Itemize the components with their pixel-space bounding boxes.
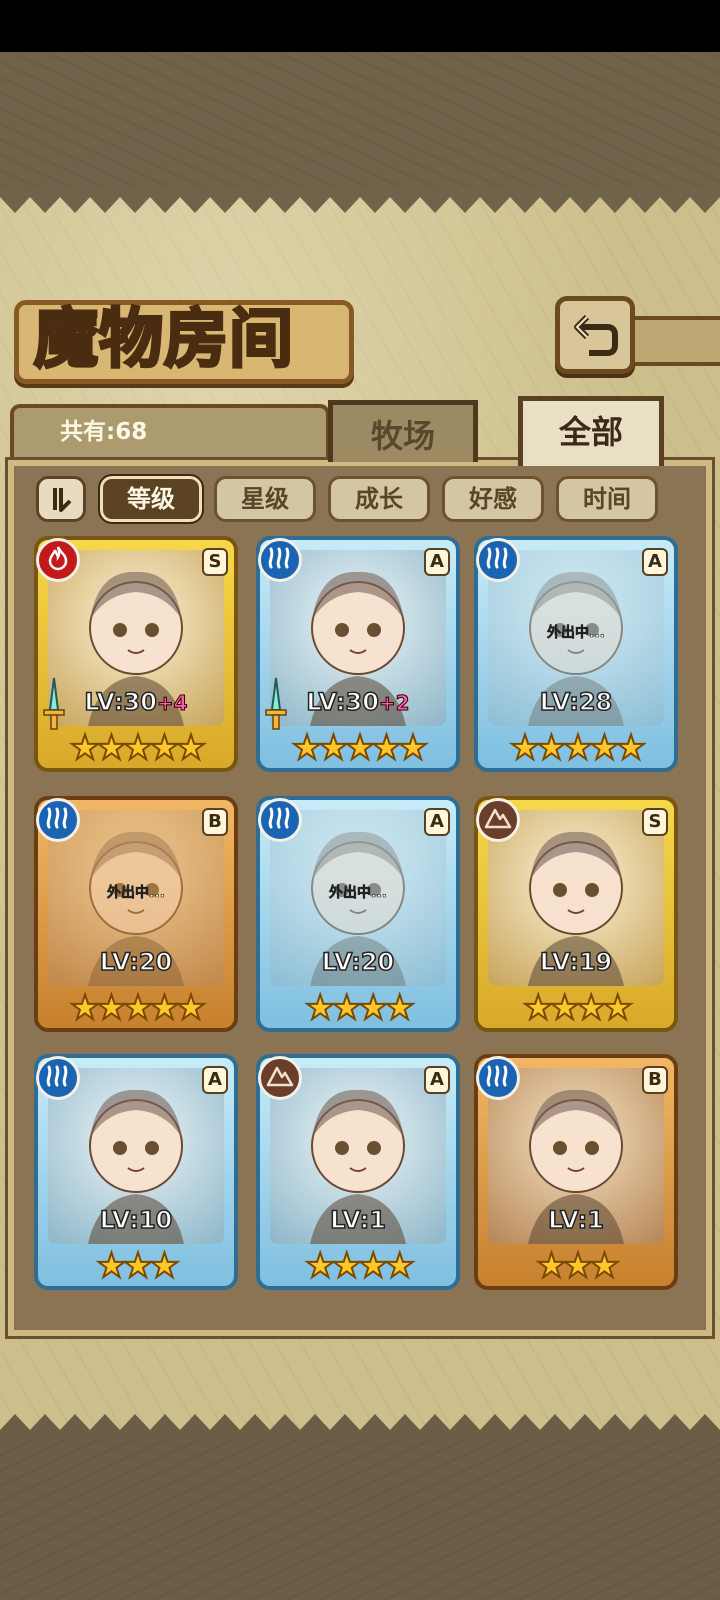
sort-time-button[interactable]: 时间 (556, 476, 658, 522)
monster-card[interactable]: A LV:10 ★★★ (34, 1054, 238, 1294)
water-icon (44, 805, 72, 835)
level-text: LV:28 (539, 687, 613, 717)
away-status: 外出中... (329, 885, 388, 902)
element-badge (476, 538, 520, 582)
monster-card[interactable]: A 外出中... LV:20 ★★★★ (256, 796, 460, 1036)
rank-badge: A (424, 548, 450, 576)
star-rating: ★★★★ (522, 988, 634, 1028)
element-badge (36, 798, 80, 842)
earth-icon (484, 806, 512, 834)
level-display: LV:28 (474, 687, 678, 717)
water-icon (266, 545, 294, 575)
level-text: LV:10 (99, 1205, 173, 1235)
sort-order-toggle[interactable] (36, 476, 86, 522)
back-button[interactable] (555, 296, 635, 374)
element-badge (36, 538, 80, 582)
monster-card[interactable]: S LV:30+4 ★★★★★ (34, 536, 238, 776)
level-text: LV:30 (84, 687, 158, 717)
level-text: LV:1 (329, 1205, 386, 1235)
sort-order-icon (53, 488, 72, 512)
page-title: 魔物房间 (33, 301, 295, 379)
monster-card[interactable]: S LV:19 ★★★★ (474, 796, 678, 1036)
monster-card[interactable]: B LV:1 ★★★ (474, 1054, 678, 1294)
level-display: LV:10 (34, 1205, 238, 1235)
away-status: 外出中... (547, 625, 606, 642)
monster-card[interactable]: A 外出中... LV:28 ★★★★★ (474, 536, 678, 776)
star-rating: ★★★★ (304, 988, 416, 1028)
star-rating: ★★★★★ (509, 728, 647, 768)
rank-badge: B (202, 808, 228, 836)
star-rating: ★★★★ (304, 1246, 416, 1286)
monster-count: 共有:68 (60, 419, 148, 445)
monster-card[interactable]: A LV:30+2 ★★★★★ (256, 536, 460, 776)
sort-level-button[interactable]: 等级 (98, 474, 204, 524)
level-bonus: +2 (378, 691, 410, 716)
monster-card[interactable]: B 外出中... LV:20 ★★★★★ (34, 796, 238, 1036)
level-text: LV:19 (539, 947, 613, 977)
torn-edge-top (0, 187, 720, 213)
return-icon (574, 314, 618, 356)
level-display: LV:20 (256, 947, 460, 977)
water-icon (484, 545, 512, 575)
weapon-sword-icon (265, 677, 287, 730)
level-display: LV:20 (34, 947, 238, 977)
earth-icon (266, 1064, 294, 1092)
rank-badge: A (642, 548, 668, 576)
background-map-top (0, 52, 720, 187)
rank-badge: A (424, 1066, 450, 1094)
element-badge (476, 798, 520, 842)
sort-star-button[interactable]: 星级 (214, 476, 316, 522)
rank-badge: B (642, 1066, 668, 1094)
sort-affection-button[interactable]: 好感 (442, 476, 544, 522)
element-badge (476, 1056, 520, 1100)
level-display: LV:1 (474, 1205, 678, 1235)
tab-all[interactable]: 全部 (518, 396, 664, 466)
level-text: LV:20 (99, 947, 173, 977)
level-display: LV:1 (256, 1205, 460, 1235)
rank-badge: A (424, 808, 450, 836)
status-bar (0, 0, 720, 52)
weapon-sword-icon (43, 677, 65, 730)
monster-card[interactable]: A LV:1 ★★★★ (256, 1054, 460, 1294)
star-rating: ★★★ (535, 1246, 620, 1286)
element-badge (36, 1056, 80, 1100)
star-rating: ★★★ (95, 1246, 180, 1286)
torn-edge-bottom (0, 1414, 720, 1440)
star-rating: ★★★★★ (69, 728, 207, 768)
rank-badge: A (202, 1066, 228, 1094)
back-button-rail (620, 316, 720, 366)
element-badge (258, 538, 302, 582)
water-icon (266, 805, 294, 835)
tab-pasture[interactable]: 牧场 (328, 400, 478, 462)
count-bar (10, 404, 330, 460)
star-rating: ★★★★★ (69, 988, 207, 1028)
rank-badge: S (202, 548, 228, 576)
star-rating: ★★★★★ (291, 728, 429, 768)
level-display: LV:19 (474, 947, 678, 977)
away-status: 外出中... (107, 885, 166, 902)
sort-growth-button[interactable]: 成长 (328, 476, 430, 522)
element-badge (258, 1056, 302, 1100)
level-bonus: +4 (156, 691, 188, 716)
water-icon (44, 1063, 72, 1093)
rank-badge: S (642, 808, 668, 836)
level-text: LV:1 (547, 1205, 604, 1235)
fire-icon (45, 545, 71, 575)
level-text: LV:20 (321, 947, 395, 977)
element-badge (258, 798, 302, 842)
background-map-bottom (0, 1440, 720, 1600)
level-text: LV:30 (306, 687, 380, 717)
water-icon (484, 1063, 512, 1093)
